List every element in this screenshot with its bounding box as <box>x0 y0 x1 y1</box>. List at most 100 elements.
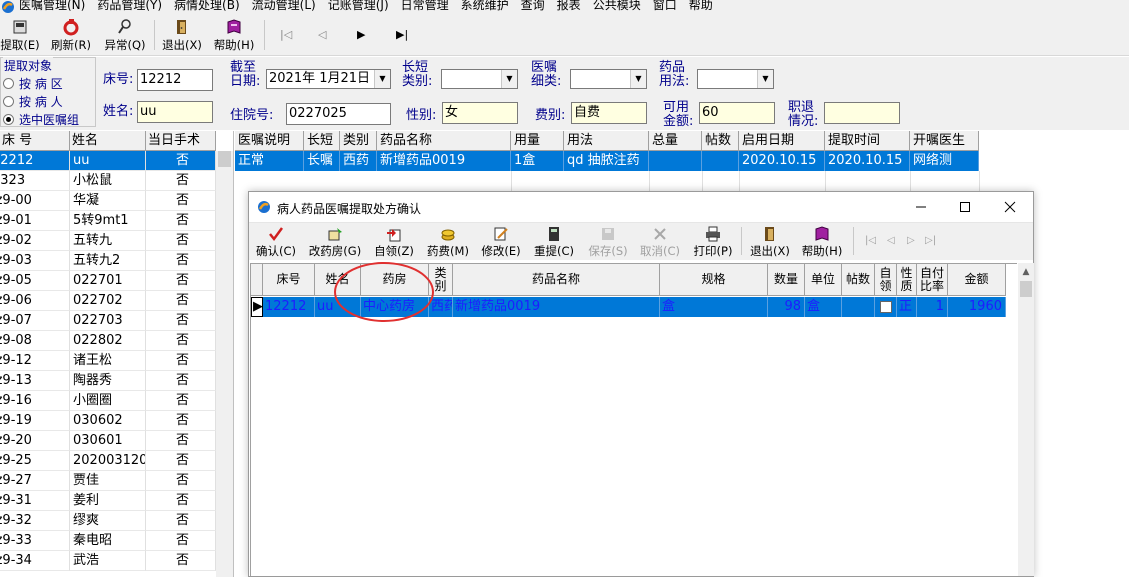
patient-grid-scrollbar[interactable] <box>216 151 233 577</box>
first-record-icon[interactable]: |◁ <box>865 235 876 246</box>
re-extract-button[interactable]: 重提(C) <box>531 225 577 259</box>
radio-circle[interactable] <box>3 78 14 89</box>
self-pick-button[interactable]: 自领(Z) <box>371 225 417 259</box>
table-row[interactable]: 3323小松鼠否 <box>0 171 216 191</box>
name-field[interactable]: uu <box>137 101 213 123</box>
refresh-button[interactable]: 刷新(R) <box>49 16 93 54</box>
table-row[interactable]: jz9-33秦电昭否 <box>0 531 216 551</box>
column-header-self-pick[interactable]: 自领 <box>875 264 897 296</box>
menu-report[interactable]: 报表 <box>557 0 581 11</box>
first-record-icon[interactable]: |◁ <box>280 28 292 41</box>
drug-fee-button[interactable]: 药费(M) <box>425 225 471 259</box>
column-header-doses[interactable]: 帖数 <box>702 131 739 151</box>
table-row[interactable]: jz9-02五转九否 <box>0 231 216 251</box>
column-header-drug-name[interactable]: 药品名称 <box>453 264 660 296</box>
minimize-icon[interactable] <box>911 198 931 216</box>
radio-by-patient[interactable]: 按 病 人 <box>3 93 63 110</box>
menu-query[interactable]: 查询 <box>521 0 545 11</box>
self-pick-checkbox[interactable] <box>880 301 892 313</box>
extract-button[interactable]: 提取(E) <box>0 16 40 54</box>
column-header-long-short[interactable]: 长短 <box>304 131 340 151</box>
sex-field[interactable]: 女 <box>442 102 518 124</box>
radio-circle[interactable] <box>3 96 14 107</box>
table-row[interactable]: jz9-00华凝否 <box>0 191 216 211</box>
table-row[interactable]: 12212uu否 <box>0 151 216 171</box>
column-header-start-date[interactable]: 启用日期 <box>739 131 825 151</box>
bed-field[interactable]: 12212 <box>137 69 213 91</box>
menu-daily[interactable]: 日常管理 <box>401 0 449 11</box>
scrollbar-thumb[interactable] <box>1020 281 1032 297</box>
help-button[interactable]: 帮助(H) <box>212 16 256 54</box>
radio-by-ward[interactable]: 按 病 区 <box>3 75 63 92</box>
drug-usage-select[interactable]: ▼ <box>697 69 774 89</box>
admission-field[interactable]: 0227025 <box>286 103 391 125</box>
table-row[interactable]: jz9-015转9mt1否 <box>0 211 216 231</box>
fee-type-field[interactable]: 自费 <box>571 102 647 124</box>
table-row[interactable]: jz9-05022701否 <box>0 271 216 291</box>
table-row[interactable]: jz9-31姜利否 <box>0 491 216 511</box>
menu-order-management[interactable]: 医嘱管理(N) <box>19 0 85 11</box>
column-header-extract-time[interactable]: 提取时间 <box>825 131 910 151</box>
column-header-copay-ratio[interactable]: 自付比率 <box>917 264 948 296</box>
column-header-spec[interactable]: 规格 <box>660 264 768 296</box>
table-row[interactable]: jz9-20030601否 <box>0 431 216 451</box>
prev-record-icon[interactable]: ◁ <box>887 235 895 246</box>
available-amount-field[interactable]: 60 <box>699 102 775 124</box>
print-button[interactable]: 打印(P) <box>690 225 736 259</box>
save-button[interactable]: 保存(S) <box>585 225 631 259</box>
last-record-icon[interactable]: ▷| <box>925 235 936 246</box>
radio-selected-group[interactable]: 选中医嘱组 <box>3 111 79 128</box>
table-row[interactable]: jz9-03五转九2否 <box>0 251 216 271</box>
cancel-button[interactable]: 取消(C) <box>637 225 683 259</box>
column-header-usage[interactable]: 用法 <box>564 131 649 151</box>
column-header-total[interactable]: 总量 <box>649 131 702 151</box>
menu-billing[interactable]: 记账管理(J) <box>328 0 389 11</box>
column-header-bed[interactable]: 床 号 <box>0 131 70 151</box>
menu-flow[interactable]: 流动管理(L) <box>252 0 316 11</box>
column-header-doses[interactable]: 帖数 <box>842 264 875 296</box>
radio-circle[interactable] <box>3 114 14 125</box>
column-header-quantity[interactable]: 数量 <box>768 264 805 296</box>
modify-button[interactable]: 修改(E) <box>478 225 524 259</box>
menu-window[interactable]: 窗口 <box>653 0 677 11</box>
menu-condition[interactable]: 病情处理(B) <box>174 0 240 11</box>
column-header-surgery[interactable]: 当日手术 <box>146 131 216 151</box>
column-header-nature[interactable]: 性质 <box>897 264 917 296</box>
abnormal-button[interactable]: 异常(Q) <box>103 16 147 54</box>
table-row[interactable]: jz9-08022802否 <box>0 331 216 351</box>
longshort-select[interactable]: ▼ <box>441 69 518 89</box>
menu-system[interactable]: 系统维护 <box>461 0 509 11</box>
exit-button[interactable]: 退出(X) <box>160 16 204 54</box>
chevron-down-icon[interactable]: ▼ <box>757 70 773 88</box>
quantity-cell[interactable]: 98 <box>768 297 805 317</box>
column-header-bed[interactable]: 床号 <box>263 264 315 296</box>
table-row[interactable]: jz9-25202003120否 <box>0 451 216 471</box>
column-header-category[interactable]: 类别 <box>340 131 377 151</box>
column-header-name[interactable]: 姓名 <box>315 264 361 296</box>
column-header-category[interactable]: 类别 <box>429 264 453 296</box>
chevron-down-icon[interactable]: ▼ <box>630 70 646 88</box>
maximize-icon[interactable] <box>955 198 975 216</box>
table-row[interactable]: jz9-12诸王松否 <box>0 351 216 371</box>
table-row[interactable]: jz9-19030602否 <box>0 411 216 431</box>
column-header-pharmacy[interactable]: 药房 <box>361 264 429 296</box>
next-record-icon[interactable]: ▶ <box>357 28 365 41</box>
scroll-up-icon[interactable]: ▲ <box>1018 265 1034 279</box>
column-header-drug-name[interactable]: 药品名称 <box>377 131 511 151</box>
column-header-dosage[interactable]: 用量 <box>511 131 564 151</box>
chevron-down-icon[interactable]: ▼ <box>374 70 390 88</box>
deadline-date-picker[interactable]: 2021年 1月21日 ▼ <box>266 69 391 89</box>
column-header-unit[interactable]: 单位 <box>805 264 842 296</box>
table-row[interactable]: jz9-32缪爽否 <box>0 511 216 531</box>
confirm-button[interactable]: 确认(C) <box>253 225 299 259</box>
prev-record-icon[interactable]: ◁ <box>318 28 326 41</box>
next-record-icon[interactable]: ▷ <box>907 235 915 246</box>
menu-public[interactable]: 公共模块 <box>593 0 641 11</box>
table-row[interactable]: jz9-07022703否 <box>0 311 216 331</box>
table-row[interactable]: jz9-34武浩否 <box>0 551 216 571</box>
table-row[interactable]: jz9-06022702否 <box>0 291 216 311</box>
dialog-help-button[interactable]: 帮助(H) <box>799 225 845 259</box>
change-pharmacy-button[interactable]: 改药房(G) <box>307 225 363 259</box>
retirement-field[interactable] <box>824 102 900 124</box>
column-header-name[interactable]: 姓名 <box>70 131 146 151</box>
